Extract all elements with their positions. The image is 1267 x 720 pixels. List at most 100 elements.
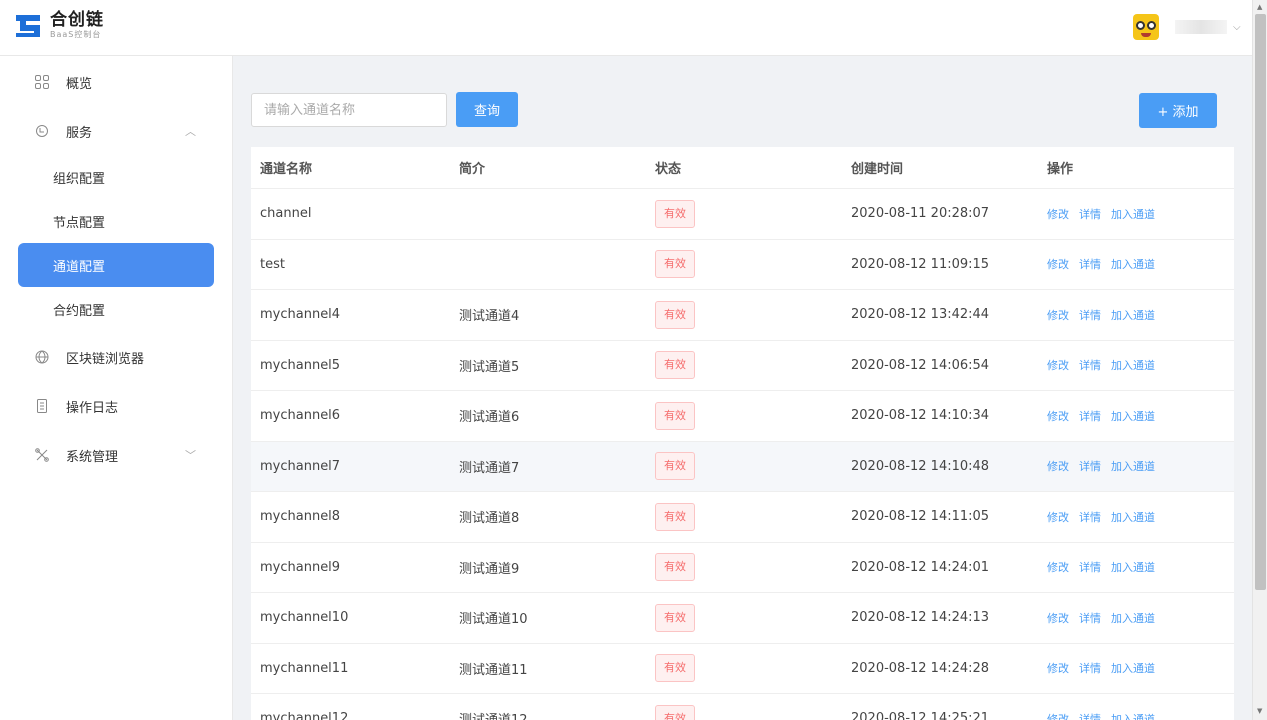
join-channel-link[interactable]: 加入通道 <box>1111 458 1155 474</box>
sidebar-item-explorer[interactable]: 区块链浏览器 <box>18 335 214 379</box>
channel-name: channel <box>260 206 312 222</box>
table-row: mychannel11 测试通道11 有效 2020-08-12 14:24:28 修改… <box>251 644 1234 694</box>
join-channel-link[interactable]: 加入通道 <box>1111 610 1155 626</box>
table-body: channel 有效 2020-08-11 20:28:07 修改 详情 加入通道 test… <box>251 189 1234 720</box>
sidebar-subitem-channel-config[interactable]: 通道配置 <box>18 243 214 287</box>
detail-link[interactable]: 详情 <box>1079 610 1101 626</box>
edit-link[interactable]: 修改 <box>1047 357 1069 373</box>
top-header: 合创链 BaaS控制台 ⌵ <box>0 0 1252 56</box>
status-cell: 有效 <box>646 704 842 720</box>
tools-icon <box>34 447 50 463</box>
chevron-down-icon[interactable]: ⌵ <box>1233 22 1241 33</box>
brand-subtitle: BaaS控制台 <box>50 30 102 39</box>
add-button[interactable]: + 添加 <box>1139 93 1217 128</box>
sidebar-subitem-contract-config[interactable]: 合约配置 <box>18 287 214 331</box>
channel-name: mychannel6 <box>260 408 341 424</box>
sidebar-item-system[interactable]: 系统管理 ﹀ <box>18 433 214 477</box>
grid-icon <box>34 74 50 90</box>
edit-link[interactable]: 修改 <box>1047 559 1069 575</box>
join-channel-link[interactable]: 加入通道 <box>1111 509 1155 525</box>
detail-link[interactable]: 详情 <box>1079 711 1101 720</box>
join-channel-link[interactable]: 加入通道 <box>1111 307 1155 323</box>
logo-icon <box>16 13 42 39</box>
channel-desc: 测试通道10 <box>459 612 528 628</box>
detail-link[interactable]: 详情 <box>1079 307 1101 323</box>
sidebar-subitem-label: 合约配置 <box>53 303 106 319</box>
sidebar-item-logs[interactable]: 操作日志 <box>18 384 214 428</box>
brand-logo[interactable]: 合创链 BaaS控制台 <box>16 12 104 39</box>
detail-link[interactable]: 详情 <box>1079 256 1101 272</box>
table-row: mychannel4 测试通道4 有效 2020-08-12 13:42:44 修改 详情… <box>251 290 1234 341</box>
sidebar: 概览 服务 ︿ 组织配置 节点配置 通道配置 合约配置 区块链浏览器 操作日志 … <box>0 56 233 720</box>
query-button[interactable]: 查询 <box>456 92 518 127</box>
channel-name: mychannel10 <box>260 610 349 626</box>
scroll-down-icon[interactable]: ▼ <box>1257 707 1262 715</box>
row-actions: 修改 详情 加入通道 <box>1038 408 1234 424</box>
created-time: 2020-08-12 14:24:28 <box>851 660 990 676</box>
sidebar-item-label: 系统管理 <box>66 449 119 465</box>
edit-link[interactable]: 修改 <box>1047 711 1069 720</box>
status-badge: 有效 <box>655 250 695 279</box>
join-channel-link[interactable]: 加入通道 <box>1111 408 1155 424</box>
chevron-up-icon: ︿ <box>185 125 196 138</box>
edit-link[interactable]: 修改 <box>1047 509 1069 525</box>
row-actions: 修改 详情 加入通道 <box>1038 660 1234 676</box>
edit-link[interactable]: 修改 <box>1047 408 1069 424</box>
created-time: 2020-08-12 11:09:15 <box>851 256 990 272</box>
join-channel-link[interactable]: 加入通道 <box>1111 559 1155 575</box>
channel-desc: 测试通道6 <box>459 410 520 426</box>
detail-link[interactable]: 详情 <box>1079 509 1101 525</box>
scroll-up-icon[interactable]: ▲ <box>1257 3 1262 11</box>
edit-link[interactable]: 修改 <box>1047 458 1069 474</box>
edit-link[interactable]: 修改 <box>1047 256 1069 272</box>
detail-link[interactable]: 详情 <box>1079 206 1101 222</box>
status-cell: 有效 <box>646 351 842 380</box>
scroll-thumb[interactable] <box>1255 14 1266 590</box>
table-row: mychannel8 测试通道8 有效 2020-08-12 14:11:05 修改 详情… <box>251 492 1234 543</box>
edit-link[interactable]: 修改 <box>1047 206 1069 222</box>
created-time: 2020-08-12 14:25:21 <box>851 711 990 720</box>
join-channel-link[interactable]: 加入通道 <box>1111 711 1155 720</box>
detail-link[interactable]: 详情 <box>1079 357 1101 373</box>
detail-link[interactable]: 详情 <box>1079 408 1101 424</box>
channel-name: mychannel12 <box>260 711 349 720</box>
table-row: channel 有效 2020-08-11 20:28:07 修改 详情 加入通道 <box>251 189 1234 240</box>
edit-link[interactable]: 修改 <box>1047 660 1069 676</box>
created-time: 2020-08-12 14:24:13 <box>851 610 990 626</box>
page-scrollbar[interactable]: ▲ ▼ <box>1252 0 1267 720</box>
join-channel-link[interactable]: 加入通道 <box>1111 660 1155 676</box>
status-badge: 有效 <box>655 704 695 720</box>
username-redacted[interactable] <box>1175 20 1227 34</box>
user-menu[interactable]: ⌵ <box>1133 14 1241 40</box>
created-time: 2020-08-12 14:24:01 <box>851 559 990 575</box>
avatar-face-icon[interactable] <box>1133 14 1159 40</box>
detail-link[interactable]: 详情 <box>1079 458 1101 474</box>
status-cell: 有效 <box>646 603 842 632</box>
sidebar-item-overview[interactable]: 概览 <box>18 60 214 104</box>
detail-link[interactable]: 详情 <box>1079 559 1101 575</box>
search-input[interactable] <box>251 93 447 127</box>
channel-name: mychannel9 <box>260 559 341 575</box>
status-cell: 有效 <box>646 401 842 430</box>
column-header: 状态 <box>655 162 682 177</box>
sidebar-subitem-org-config[interactable]: 组织配置 <box>18 155 214 199</box>
row-actions: 修改 详情 加入通道 <box>1038 256 1234 272</box>
edit-link[interactable]: 修改 <box>1047 610 1069 626</box>
sidebar-item-services[interactable]: 服务 ︿ <box>18 109 214 153</box>
table-row: mychannel9 测试通道9 有效 2020-08-12 14:24:01 修改 详情… <box>251 543 1234 593</box>
edit-link[interactable]: 修改 <box>1047 307 1069 323</box>
table-row: mychannel10 测试通道10 有效 2020-08-12 14:24:13 修改… <box>251 593 1234 644</box>
row-actions: 修改 详情 加入通道 <box>1038 509 1234 525</box>
column-header: 简介 <box>459 162 486 177</box>
channel-table: 通道名称 简介 状态 创建时间 操作 channel 有效 2020-08-11 2… <box>251 147 1234 720</box>
channel-desc: 测试通道7 <box>459 460 520 476</box>
created-time: 2020-08-12 14:10:34 <box>851 408 990 424</box>
sidebar-subitem-node-config[interactable]: 节点配置 <box>18 199 214 243</box>
table-header: 通道名称 简介 状态 创建时间 操作 <box>251 147 1234 189</box>
detail-link[interactable]: 详情 <box>1079 660 1101 676</box>
join-channel-link[interactable]: 加入通道 <box>1111 206 1155 222</box>
sidebar-subitem-label: 节点配置 <box>53 215 106 231</box>
join-channel-link[interactable]: 加入通道 <box>1111 357 1155 373</box>
status-badge: 有效 <box>655 553 695 582</box>
join-channel-link[interactable]: 加入通道 <box>1111 256 1155 272</box>
